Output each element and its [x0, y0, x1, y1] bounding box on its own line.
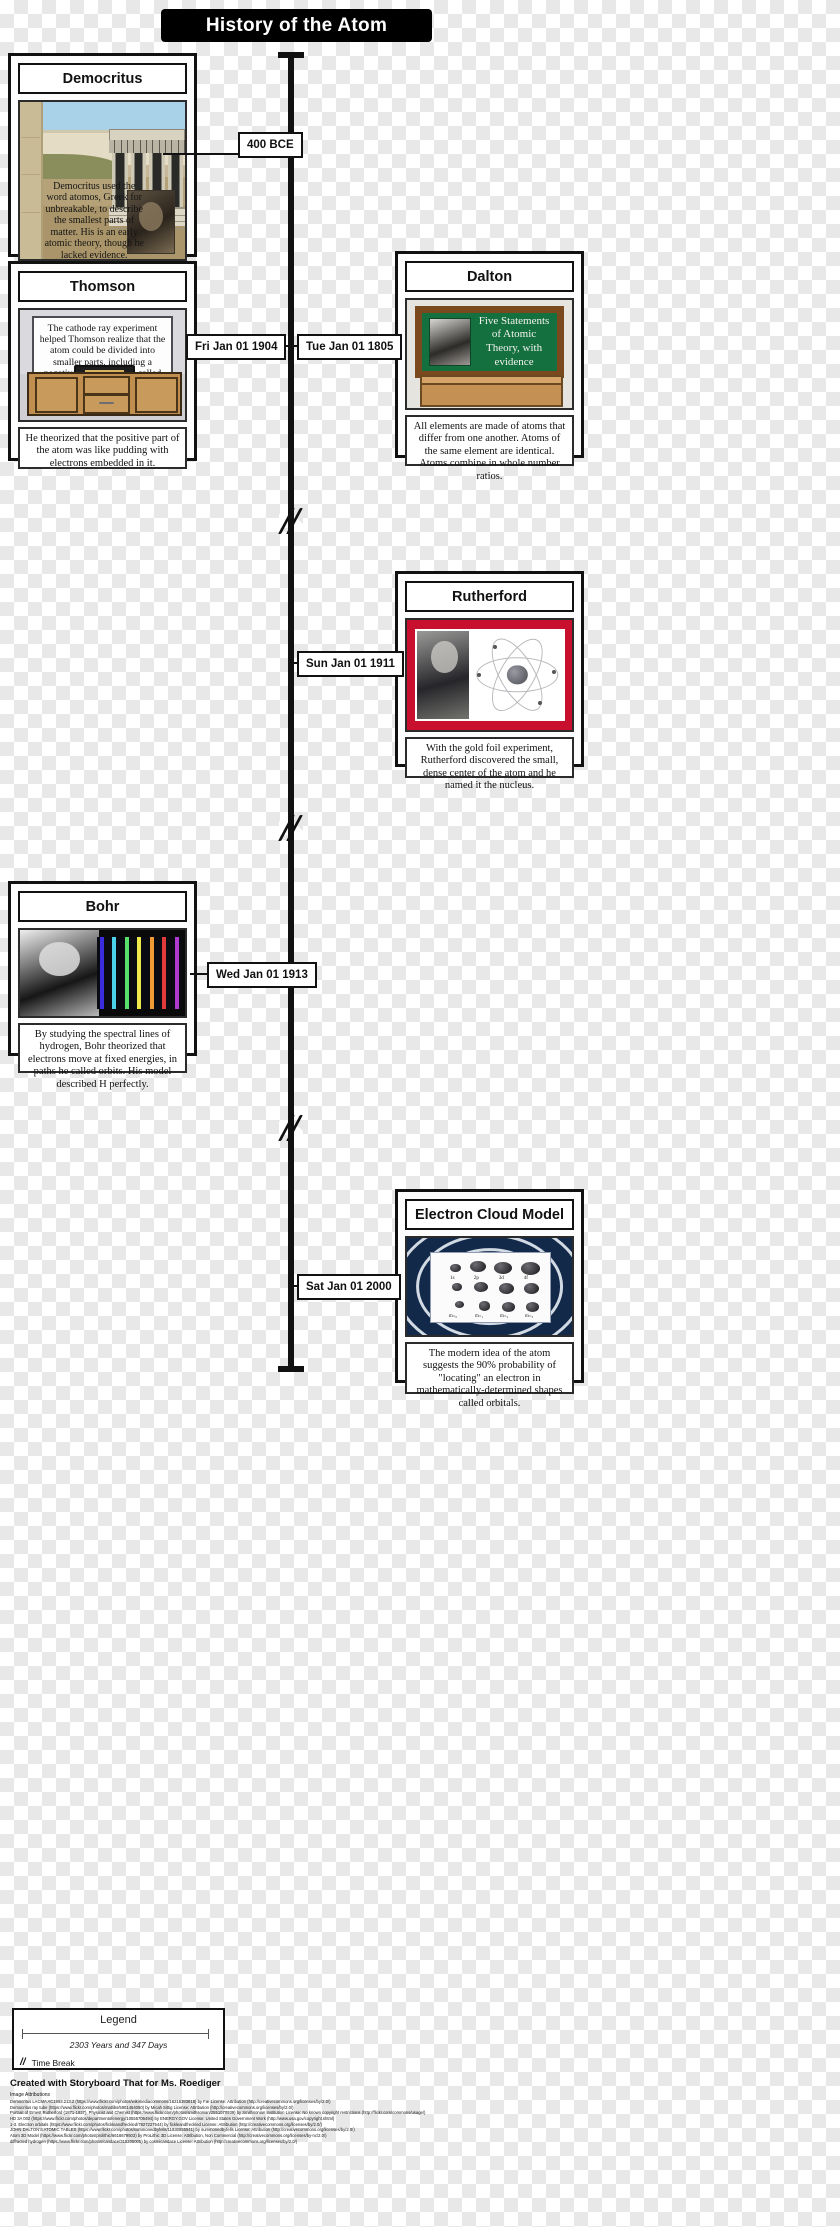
date-pill-thomson[interactable]: Fri Jan 01 1904	[186, 334, 287, 360]
card-title-electron-cloud: Electron Cloud Model	[405, 1199, 574, 1230]
time-break-marker	[277, 1115, 305, 1141]
date-pill-democritus[interactable]: 400 BCE	[238, 132, 303, 158]
orbital-label-4f: 4f	[523, 1275, 528, 1281]
scene-bohr	[18, 928, 187, 1018]
dalton-board-text: Five Statements of Atomic Theory, with e…	[478, 314, 550, 368]
legend-time-break-row: // Time Break	[20, 2057, 217, 2068]
scene-dalton: Five Statements of Atomic Theory, with e…	[405, 298, 574, 410]
legend-time-break-label: Time Break	[31, 2057, 75, 2068]
date-pill-dalton[interactable]: Tue Jan 01 1805	[297, 334, 403, 360]
card-electron-cloud[interactable]: Electron Cloud Model 1s 2p 3d 4f m₌₀ m₌₁…	[395, 1189, 584, 1409]
timeline-top-cap	[278, 52, 304, 58]
legend-panel: Legend 2303 Years and 347 Days // Time B…	[12, 2008, 225, 2070]
orbital-label-3d: 3d	[498, 1275, 504, 1281]
card-thomson[interactable]: Thomson The cathode ray experiment helpe…	[8, 261, 197, 469]
date-pill-electron-cloud[interactable]: Sat Jan 01 2000	[297, 1274, 401, 1300]
legend-span-label: 2303 Years and 347 Days	[69, 2040, 168, 2050]
card-bohr[interactable]: Bohr By studying the spectral lines of h…	[8, 881, 197, 1090]
caption-rutherford: With the gold foil experiment, Rutherfor…	[405, 737, 574, 791]
date-pill-bohr[interactable]: Wed Jan 01 1913	[207, 962, 317, 988]
scene-electron-cloud: 1s 2p 3d 4f m₌₀ m₌₁ m₌₂ m₌₃	[405, 1236, 574, 1337]
card-title-dalton: Dalton	[405, 261, 574, 292]
card-title-bohr: Bohr	[18, 891, 187, 922]
orbital-sublabel-1: m₌₁	[475, 1314, 484, 1320]
cabinet-icon	[26, 372, 183, 416]
orbital-label-2p: 2p	[473, 1275, 479, 1281]
orbital-chart-icon: 1s 2p 3d 4f m₌₀ m₌₁ m₌₂ m₌₃	[430, 1251, 551, 1324]
credit-line: Created with Storyboard That for Ms. Roe…	[10, 2078, 221, 2089]
legend-span-bar	[22, 2029, 209, 2039]
democritus-scene-text: Democritus used the word atomos, Greek f…	[44, 180, 144, 261]
page-title-bar: History of the Atom	[161, 9, 432, 42]
rutherford-portrait	[415, 628, 474, 721]
caption-dalton: All elements are made of atoms that diff…	[405, 415, 574, 482]
chalkboard-icon: Five Statements of Atomic Theory, with e…	[415, 306, 564, 378]
attribution-block: Image Attributions Democritus LACMA AC19…	[10, 2092, 828, 2144]
desk-icon	[420, 374, 563, 407]
page-title: History of the Atom	[205, 14, 388, 36]
attribution-heading: Image Attributions	[10, 2092, 51, 2098]
card-title-rutherford: Rutherford	[405, 581, 574, 612]
caption-electron-cloud: The modern idea of the atom suggests the…	[405, 1342, 574, 1409]
time-break-marker	[277, 815, 305, 841]
orbital-sublabel-0: m₌₀	[448, 1314, 458, 1320]
dalton-portrait	[428, 318, 472, 366]
timeline-bottom-cap	[278, 1366, 304, 1372]
scene-rutherford	[405, 618, 574, 732]
orbital-sublabel-3: m₌₃	[524, 1314, 534, 1320]
card-title-thomson: Thomson	[18, 271, 187, 302]
caption-bohr: By studying the spectral lines of hydrog…	[18, 1023, 187, 1090]
scene-democritus: Democritus used the word atomos, Greek f…	[18, 100, 187, 261]
orbital-sublabel-2: m₌₂	[499, 1314, 509, 1320]
card-democritus[interactable]: Democritus Democritus used the word atom…	[8, 53, 197, 261]
atom-diagram-icon	[469, 628, 566, 721]
bohr-portrait	[20, 930, 100, 1016]
date-pill-rutherford[interactable]: Sun Jan 01 1911	[297, 651, 404, 677]
orbital-label-1s: 1s	[450, 1275, 455, 1281]
spectral-lines-icon	[96, 936, 182, 1010]
scene-thomson: The cathode ray experiment helped Thomso…	[18, 308, 187, 422]
time-break-marker	[277, 508, 305, 534]
time-break-icon: //	[20, 2057, 26, 2068]
card-dalton[interactable]: Dalton Five Statements of Atomic Theory,…	[395, 251, 584, 482]
legend-title: Legend	[100, 2014, 137, 2026]
caption-thomson: He theorized that the positive part of t…	[18, 427, 187, 469]
timeline-spine	[288, 52, 294, 1372]
card-rutherford[interactable]: Rutherford With the gold foil experiment…	[395, 571, 584, 791]
card-title-democritus: Democritus	[18, 63, 187, 94]
attribution-line: diffracted hydrogen (https://www.flickr.…	[10, 2138, 298, 2144]
